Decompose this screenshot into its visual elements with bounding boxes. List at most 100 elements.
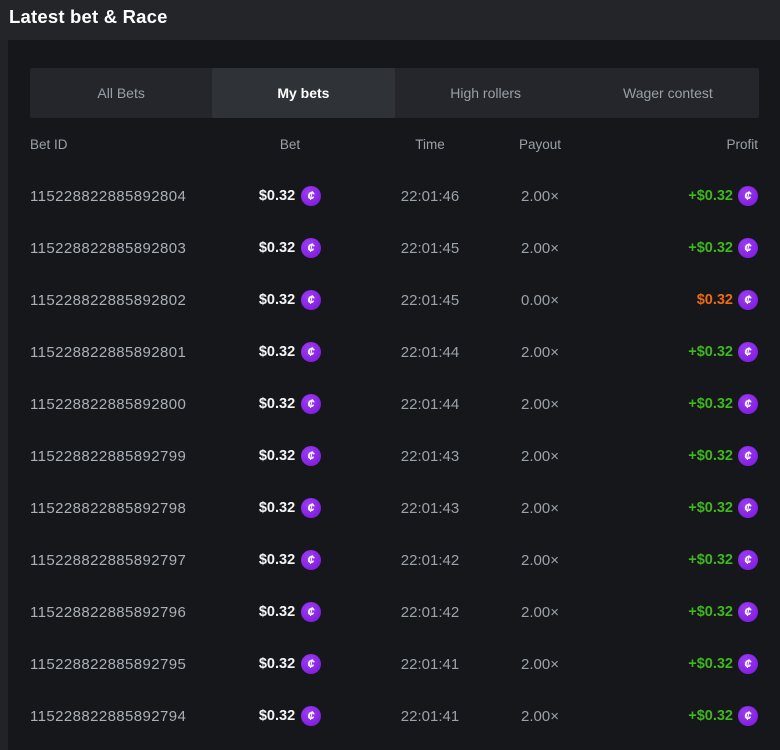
bet-table-row[interactable]: 115228822885892801 $0.32 ¢ 22:01:44 2.00… <box>8 326 780 378</box>
profit-cell: +$0.32 ¢ <box>580 394 758 414</box>
bet-table-row[interactable]: 115228822885892798 $0.32 ¢ 22:01:43 2.00… <box>8 482 780 534</box>
bet-time-value: 22:01:45 <box>360 292 500 309</box>
bet-amount-value: $0.32 <box>259 708 295 724</box>
tab-my-bets[interactable]: My bets <box>212 68 394 118</box>
profit-cell: +$0.32 ¢ <box>580 186 758 206</box>
profit-cell: +$0.32 ¢ <box>580 446 758 466</box>
coin-icon: ¢ <box>738 394 758 414</box>
payout-multiplier-value: 2.00× <box>500 344 580 361</box>
bets-tab-bar: All BetsMy betsHigh rollersWager contest <box>30 68 759 118</box>
profit-amount-value: $0.32 <box>697 292 733 308</box>
bet-table-row[interactable]: 115228822885892800 $0.32 ¢ 22:01:44 2.00… <box>8 378 780 430</box>
coin-icon: ¢ <box>301 706 321 726</box>
bet-table-row[interactable]: 115228822885892797 $0.32 ¢ 22:01:42 2.00… <box>8 534 780 586</box>
tab-high-rollers[interactable]: High rollers <box>395 68 577 118</box>
bet-id-value: 115228822885892798 <box>30 500 220 517</box>
bet-amount-value: $0.32 <box>259 240 295 256</box>
profit-amount-value: +$0.32 <box>688 188 733 204</box>
profit-amount-value: +$0.32 <box>688 344 733 360</box>
coin-icon: ¢ <box>301 498 321 518</box>
coin-icon: ¢ <box>738 290 758 310</box>
profit-cell: +$0.32 ¢ <box>580 602 758 622</box>
coin-icon: ¢ <box>301 186 321 206</box>
bet-table-row[interactable]: 115228822885892803 $0.32 ¢ 22:01:45 2.00… <box>8 222 780 274</box>
profit-amount-value: +$0.32 <box>688 708 733 724</box>
bet-time-value: 22:01:44 <box>360 396 500 413</box>
bet-amount-value: $0.32 <box>259 188 295 204</box>
bet-id-value: 115228822885892802 <box>30 292 220 309</box>
coin-icon: ¢ <box>301 654 321 674</box>
coin-icon: ¢ <box>301 394 321 414</box>
coin-icon: ¢ <box>301 342 321 362</box>
profit-amount-value: +$0.32 <box>688 448 733 464</box>
bet-amount-cell: $0.32 ¢ <box>220 290 360 310</box>
bet-time-value: 22:01:43 <box>360 448 500 465</box>
coin-icon: ¢ <box>301 446 321 466</box>
bet-time-value: 22:01:44 <box>360 344 500 361</box>
bet-amount-cell: $0.32 ¢ <box>220 238 360 258</box>
profit-amount-value: +$0.32 <box>688 552 733 568</box>
profit-cell: +$0.32 ¢ <box>580 654 758 674</box>
bet-time-value: 22:01:41 <box>360 708 500 725</box>
bet-amount-cell: $0.32 ¢ <box>220 706 360 726</box>
bet-amount-cell: $0.32 ¢ <box>220 602 360 622</box>
profit-cell: +$0.32 ¢ <box>580 238 758 258</box>
payout-multiplier-value: 0.00× <box>500 292 580 309</box>
profit-amount-value: +$0.32 <box>688 656 733 672</box>
bet-table-row[interactable]: 115228822885892795 $0.32 ¢ 22:01:41 2.00… <box>8 638 780 690</box>
page-title: Latest bet & Race <box>9 6 168 28</box>
coin-icon: ¢ <box>738 706 758 726</box>
bet-table-row[interactable]: 115228822885892794 $0.32 ¢ 22:01:41 2.00… <box>8 690 780 742</box>
bet-table-row[interactable]: 115228822885892802 $0.32 ¢ 22:01:45 0.00… <box>8 274 780 326</box>
coin-icon: ¢ <box>301 290 321 310</box>
bet-amount-cell: $0.32 ¢ <box>220 654 360 674</box>
tab-wager-contest[interactable]: Wager contest <box>577 68 759 118</box>
bet-id-value: 115228822885892797 <box>30 552 220 569</box>
payout-multiplier-value: 2.00× <box>500 708 580 725</box>
bet-id-value: 115228822885892796 <box>30 604 220 621</box>
payout-multiplier-value: 2.00× <box>500 448 580 465</box>
profit-cell: +$0.32 ¢ <box>580 706 758 726</box>
coin-icon: ¢ <box>738 342 758 362</box>
table-body: 115228822885892804 $0.32 ¢ 22:01:46 2.00… <box>8 170 780 742</box>
profit-cell: $0.32 ¢ <box>580 290 758 310</box>
profit-amount-value: +$0.32 <box>688 604 733 620</box>
bet-id-value: 115228822885892799 <box>30 448 220 465</box>
bet-amount-value: $0.32 <box>259 604 295 620</box>
bet-table-row[interactable]: 115228822885892804 $0.32 ¢ 22:01:46 2.00… <box>8 170 780 222</box>
bet-time-value: 22:01:45 <box>360 240 500 257</box>
payout-multiplier-value: 2.00× <box>500 500 580 517</box>
bet-time-value: 22:01:42 <box>360 552 500 569</box>
bet-amount-cell: $0.32 ¢ <box>220 342 360 362</box>
payout-multiplier-value: 2.00× <box>500 552 580 569</box>
table-header-row: Bet ID Bet Time Payout Profit <box>8 118 780 170</box>
payout-multiplier-value: 2.00× <box>500 604 580 621</box>
bet-amount-value: $0.32 <box>259 448 295 464</box>
bet-amount-cell: $0.32 ¢ <box>220 394 360 414</box>
bet-id-value: 115228822885892800 <box>30 396 220 413</box>
coin-icon: ¢ <box>301 602 321 622</box>
bet-table-row[interactable]: 115228822885892796 $0.32 ¢ 22:01:42 2.00… <box>8 586 780 638</box>
coin-icon: ¢ <box>738 446 758 466</box>
column-header-profit: Profit <box>580 137 758 152</box>
bet-table-row[interactable]: 115228822885892799 $0.32 ¢ 22:01:43 2.00… <box>8 430 780 482</box>
title-bar: Latest bet & Race <box>0 0 780 40</box>
payout-multiplier-value: 2.00× <box>500 188 580 205</box>
tab-all-bets[interactable]: All Bets <box>30 68 212 118</box>
bet-time-value: 22:01:41 <box>360 656 500 673</box>
column-header-bet: Bet <box>220 137 360 152</box>
bet-id-value: 115228822885892804 <box>30 188 220 205</box>
bet-time-value: 22:01:42 <box>360 604 500 621</box>
bet-amount-value: $0.32 <box>259 396 295 412</box>
column-header-payout: Payout <box>500 137 580 152</box>
column-header-bet-id: Bet ID <box>30 137 220 152</box>
payout-multiplier-value: 2.00× <box>500 240 580 257</box>
bet-amount-value: $0.32 <box>259 500 295 516</box>
bet-amount-cell: $0.32 ¢ <box>220 446 360 466</box>
profit-cell: +$0.32 ¢ <box>580 342 758 362</box>
latest-bets-panel: All BetsMy betsHigh rollersWager contest… <box>8 40 780 750</box>
coin-icon: ¢ <box>738 654 758 674</box>
bet-id-value: 115228822885892794 <box>30 708 220 725</box>
profit-cell: +$0.32 ¢ <box>580 498 758 518</box>
bet-amount-cell: $0.32 ¢ <box>220 550 360 570</box>
